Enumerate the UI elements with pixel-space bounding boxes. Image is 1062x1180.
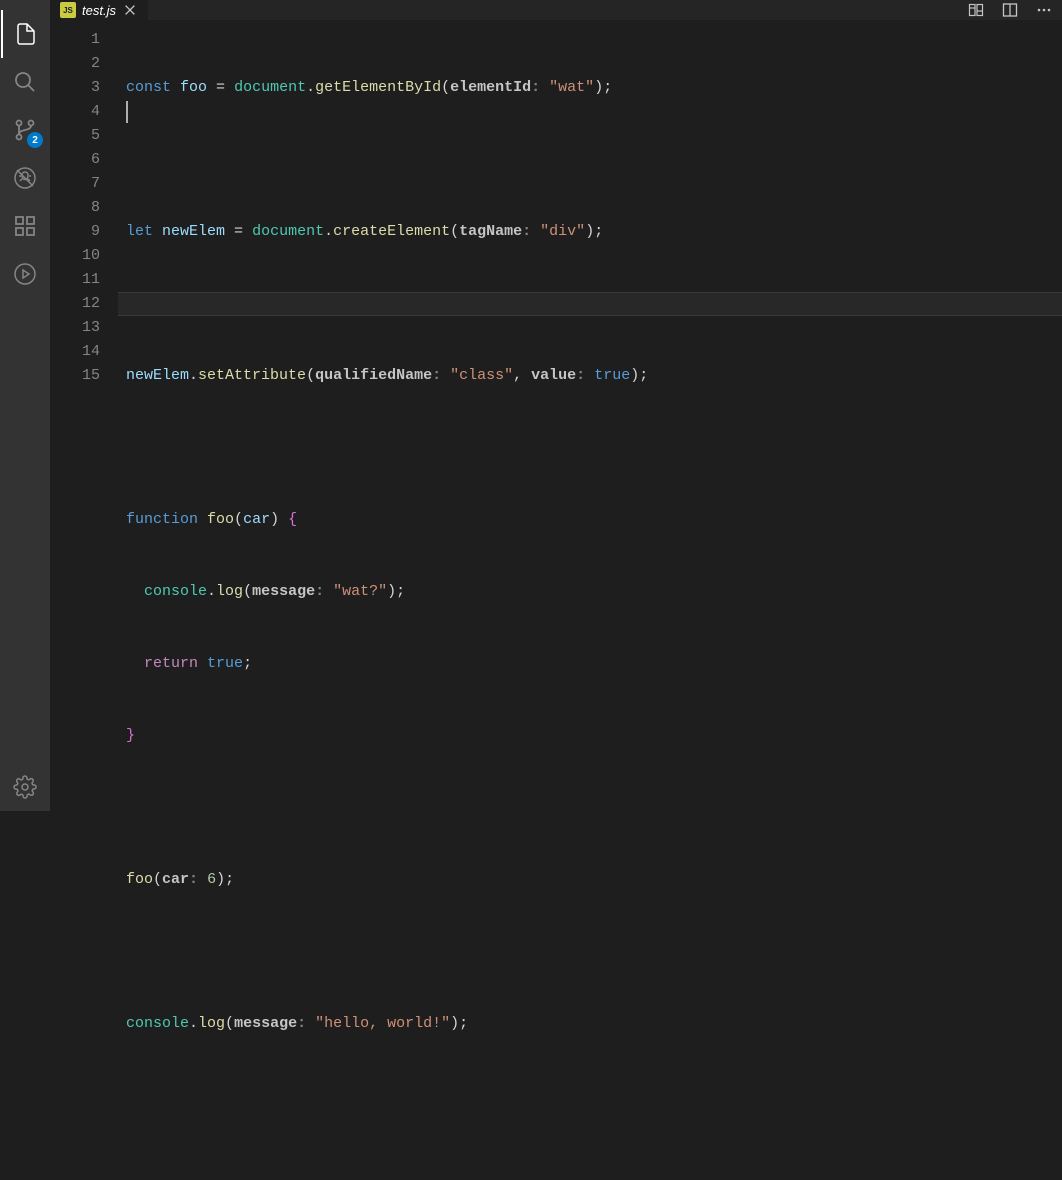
code-line[interactable] bbox=[118, 796, 1062, 820]
settings-activity[interactable] bbox=[1, 763, 49, 811]
line-number: 15 bbox=[50, 364, 100, 388]
line-number: 7 bbox=[50, 172, 100, 196]
line-number: 10 bbox=[50, 244, 100, 268]
custom-activity[interactable] bbox=[1, 250, 49, 298]
split-editor-button[interactable] bbox=[1000, 0, 1020, 20]
code-line[interactable]: console.log(message: "hello, world!"); bbox=[118, 1012, 1062, 1036]
explorer-activity[interactable] bbox=[1, 10, 49, 58]
code-line[interactable]: newElem.setAttribute(qualifiedName: "cla… bbox=[118, 364, 1062, 388]
editor-actions bbox=[966, 0, 1062, 20]
code-content[interactable]: const foo = document.getElementById(elem… bbox=[118, 20, 1062, 1180]
line-number-gutter: 1 2 3 4 5 6 7 8 9 10 11 12 13 14 15 bbox=[50, 20, 118, 1180]
line-number: 6 bbox=[50, 148, 100, 172]
code-line[interactable] bbox=[118, 1084, 1062, 1108]
code-line[interactable] bbox=[118, 436, 1062, 460]
search-activity[interactable] bbox=[1, 58, 49, 106]
line-number: 14 bbox=[50, 340, 100, 364]
line-number: 5 bbox=[50, 124, 100, 148]
extensions-icon bbox=[13, 214, 37, 238]
split-icon bbox=[1002, 2, 1018, 18]
code-line[interactable]: } bbox=[118, 724, 1062, 748]
line-number: 13 bbox=[50, 316, 100, 340]
circle-play-icon bbox=[13, 262, 37, 286]
tab-bar: JS test.js bbox=[50, 0, 1062, 20]
gear-icon bbox=[13, 775, 37, 799]
files-icon bbox=[14, 22, 38, 46]
code-line[interactable]: function foo(car) { bbox=[118, 508, 1062, 532]
line-number: 3 bbox=[50, 76, 100, 100]
line-number: 12 bbox=[50, 292, 100, 316]
text-cursor bbox=[126, 101, 128, 123]
debug-activity[interactable] bbox=[1, 154, 49, 202]
line-number: 11 bbox=[50, 268, 100, 292]
line-number: 2 bbox=[50, 52, 100, 76]
code-line[interactable]: return true; bbox=[118, 652, 1062, 676]
close-tab-button[interactable] bbox=[122, 2, 138, 18]
more-actions-button[interactable] bbox=[1034, 0, 1054, 20]
code-line[interactable]: let newElem = document.createElement(tag… bbox=[118, 220, 1062, 244]
scm-badge: 2 bbox=[27, 132, 43, 148]
source-control-activity[interactable]: 2 bbox=[1, 106, 49, 154]
code-line[interactable]: const foo = document.getElementById(elem… bbox=[118, 76, 1062, 100]
js-file-icon: JS bbox=[60, 2, 76, 18]
no-bug-icon bbox=[13, 166, 37, 190]
line-number: 4 bbox=[50, 100, 100, 124]
code-line[interactable] bbox=[118, 148, 1062, 172]
code-line[interactable]: foo(car: 6); bbox=[118, 868, 1062, 892]
line-number: 1 bbox=[50, 28, 100, 52]
main-area: JS test.js 1 2 3 4 5 6 7 bbox=[50, 0, 1062, 811]
close-icon bbox=[123, 3, 137, 17]
tab-spacer bbox=[149, 0, 966, 20]
code-line[interactable]: console.log(message: "wat?"); bbox=[118, 580, 1062, 604]
activity-bar: 2 bbox=[0, 0, 50, 811]
line-number: 9 bbox=[50, 220, 100, 244]
search-icon bbox=[13, 70, 37, 94]
extensions-activity[interactable] bbox=[1, 202, 49, 250]
compare-changes-button[interactable] bbox=[966, 0, 986, 20]
code-editor[interactable]: 1 2 3 4 5 6 7 8 9 10 11 12 13 14 15 cons… bbox=[50, 20, 1062, 1180]
ellipsis-icon bbox=[1036, 2, 1052, 18]
diff-icon bbox=[968, 2, 984, 18]
editor-tab[interactable]: JS test.js bbox=[50, 0, 149, 20]
tab-filename: test.js bbox=[82, 3, 116, 18]
code-line[interactable] bbox=[118, 292, 1062, 316]
code-line[interactable] bbox=[118, 940, 1062, 964]
line-number: 8 bbox=[50, 196, 100, 220]
